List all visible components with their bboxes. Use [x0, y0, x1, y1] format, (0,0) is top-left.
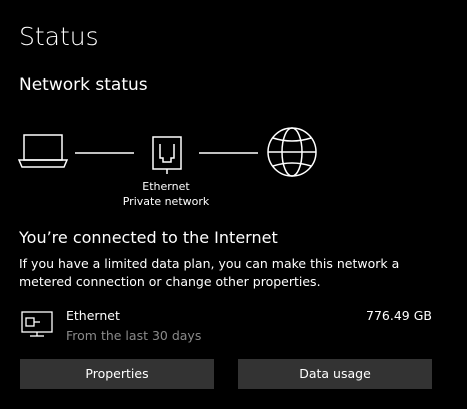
connection-status-heading: You’re connected to the Internet — [19, 228, 278, 247]
network-diagram: Ethernet Private network — [0, 0, 467, 220]
ethernet-computer-icon — [20, 309, 54, 343]
globe-icon — [267, 127, 317, 177]
properties-button[interactable]: Properties — [20, 359, 214, 389]
adapter-name-label: Ethernet — [142, 180, 190, 193]
connection-status-description: If you have a limited data plan, you can… — [19, 256, 400, 289]
network-type-label: Private network — [122, 195, 210, 208]
ethernet-port-icon — [152, 136, 182, 174]
data-usage-button[interactable]: Data usage — [238, 359, 432, 389]
usage-period: From the last 30 days — [66, 328, 202, 343]
usage-amount: 776.49 GB — [366, 308, 432, 323]
data-usage-row: Ethernet From the last 30 days 776.49 GB — [0, 305, 467, 345]
usage-adapter-name: Ethernet — [66, 308, 120, 323]
laptop-icon — [17, 134, 69, 168]
